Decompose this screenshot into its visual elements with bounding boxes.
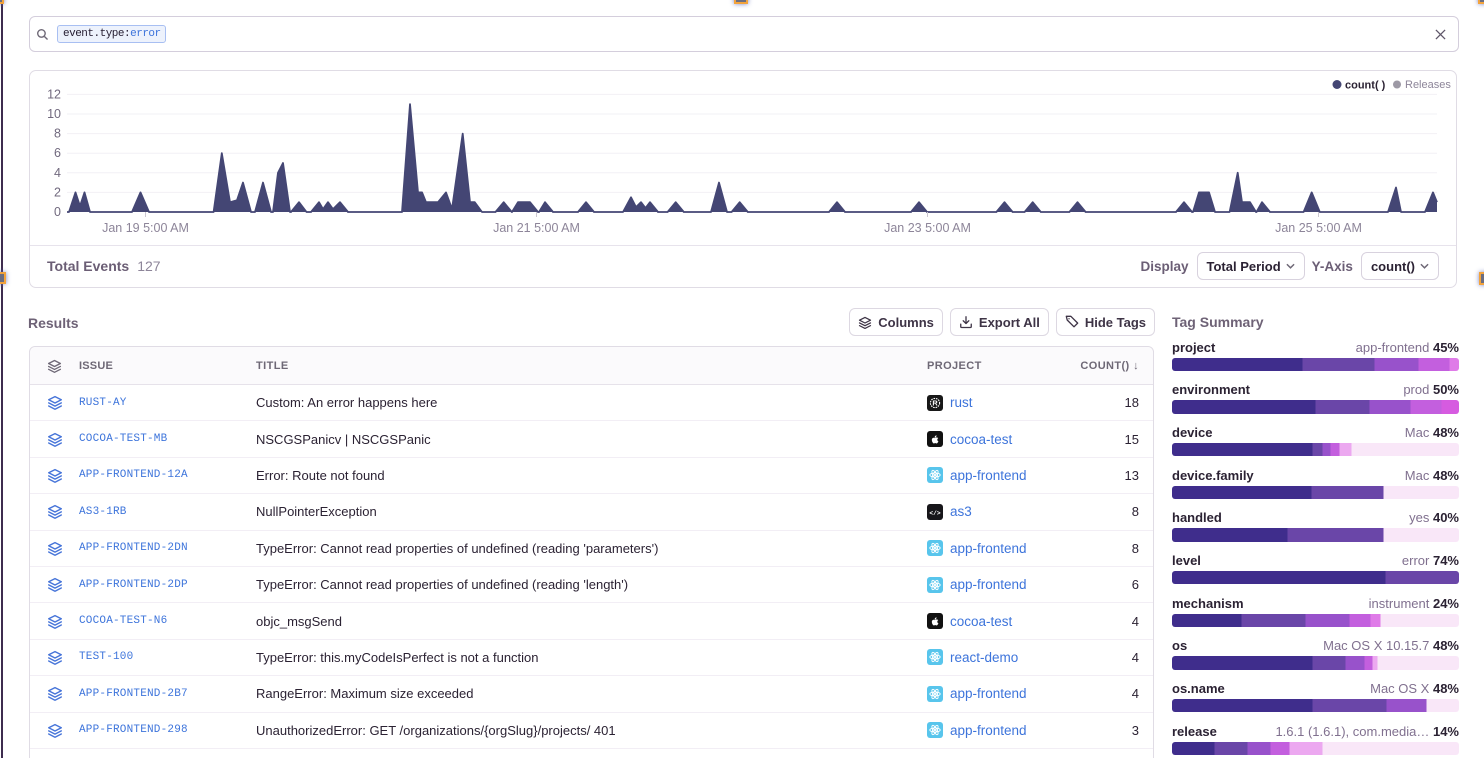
svg-text:2: 2 [54,185,61,199]
svg-text:10: 10 [47,107,61,121]
svg-text:4: 4 [54,166,61,180]
svg-text:12: 12 [47,88,61,102]
svg-text:</>: </> [929,510,940,517]
svg-text:8: 8 [54,127,61,141]
svg-text:R: R [932,398,938,407]
svg-text:6: 6 [54,146,61,160]
svg-text:0: 0 [54,205,61,219]
svg-text:Jan 23 5:00 AM: Jan 23 5:00 AM [884,221,971,235]
svg-text:Jan 21 5:00 AM: Jan 21 5:00 AM [493,221,580,235]
svg-text:Jan 19 5:00 AM: Jan 19 5:00 AM [102,221,189,235]
